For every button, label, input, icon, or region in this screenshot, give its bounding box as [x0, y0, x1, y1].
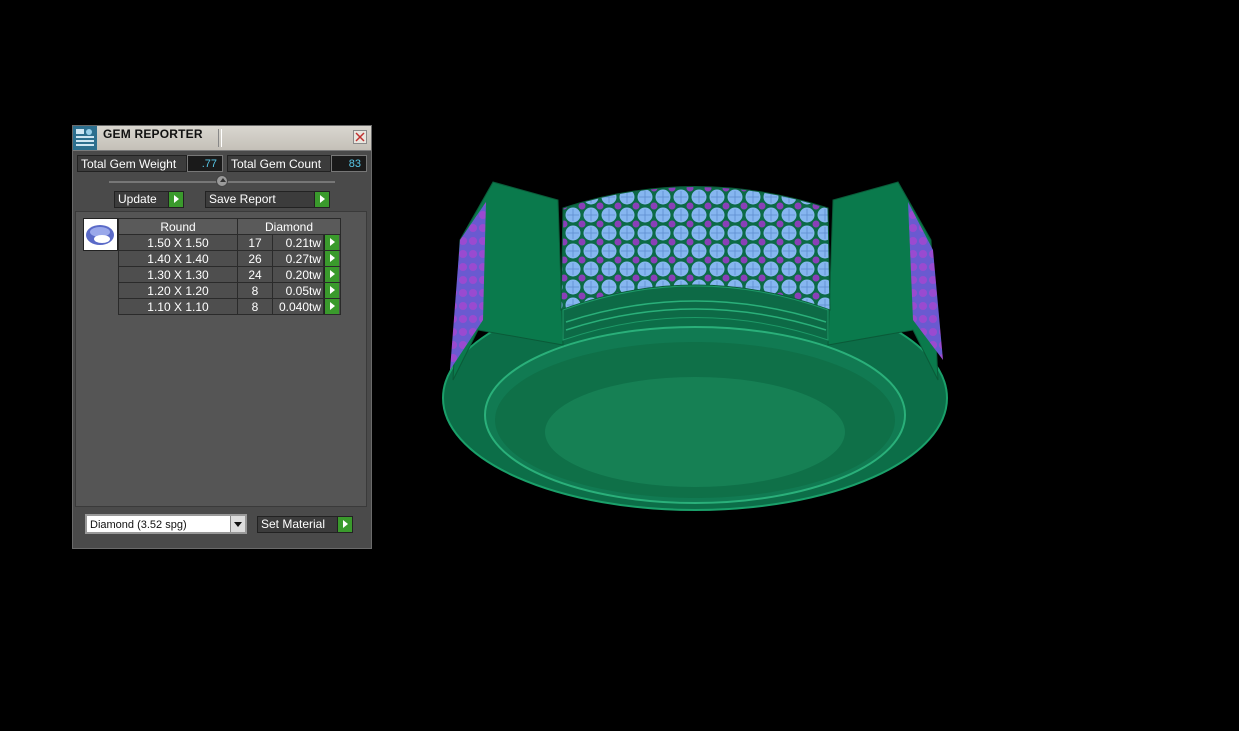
table-row: 1.20 X 1.20 8 0.05tw [118, 282, 341, 299]
gem-count: 17 [237, 234, 273, 251]
gem-size: 1.50 X 1.50 [118, 234, 238, 251]
gem-count: 8 [237, 282, 273, 299]
set-material-button[interactable]: Set Material [257, 516, 353, 533]
row-action-button[interactable] [323, 282, 341, 299]
row-action-button[interactable] [323, 298, 341, 315]
row-action-button[interactable] [323, 234, 341, 251]
gem-list-area: Round Diamond 1.50 X 1.50 17 0.21tw 1.40… [75, 211, 367, 507]
slider-handle[interactable] [216, 175, 228, 187]
gem-size: 1.20 X 1.20 [118, 282, 238, 299]
table-header-row: Round Diamond [118, 218, 341, 235]
gem-weight: 0.20tw [272, 266, 324, 283]
close-icon [355, 132, 365, 142]
row-action-button[interactable] [323, 250, 341, 267]
right-side-gems [908, 202, 943, 360]
ring-inner-highlight [545, 377, 845, 487]
gem-count: 8 [237, 298, 273, 315]
material-dropdown-value: Diamond (3.52 spg) [90, 519, 187, 531]
chevron-down-icon[interactable] [230, 516, 245, 532]
table-row: 1.10 X 1.10 8 0.040tw [118, 298, 341, 315]
save-report-button[interactable]: Save Report [205, 191, 330, 208]
play-arrow-icon [168, 192, 183, 207]
gem-size: 1.10 X 1.10 [118, 298, 238, 315]
close-button[interactable] [353, 130, 367, 144]
update-button[interactable]: Update [114, 191, 184, 208]
round-gem-thumbnail[interactable] [83, 218, 118, 251]
table-row: 1.50 X 1.50 17 0.21tw [118, 234, 341, 251]
gem-size: 1.30 X 1.30 [118, 266, 238, 283]
panel-title: GEM REPORTER [103, 127, 203, 141]
play-arrow-icon [337, 517, 352, 532]
set-material-button-label: Set Material [261, 517, 326, 531]
gem-count: 26 [237, 250, 273, 267]
play-arrow-icon [324, 235, 339, 250]
update-button-label: Update [118, 192, 157, 206]
play-arrow-icon [314, 192, 329, 207]
gem-weight: 0.040tw [272, 298, 324, 315]
total-gem-count-label: Total Gem Count [227, 155, 331, 172]
ring-3d-viewport[interactable] [438, 170, 953, 520]
play-arrow-icon [324, 283, 339, 298]
gem-table: Round Diamond 1.50 X 1.50 17 0.21tw 1.40… [118, 218, 341, 315]
material-dropdown[interactable]: Diamond (3.52 spg) [85, 514, 247, 534]
column-header-shape: Round [118, 218, 238, 235]
gem-weight: 0.27tw [272, 250, 324, 267]
total-gem-weight-label: Total Gem Weight [77, 155, 187, 172]
gem-size: 1.40 X 1.40 [118, 250, 238, 267]
table-row: 1.30 X 1.30 24 0.20tw [118, 266, 341, 283]
title-separator [218, 129, 222, 147]
total-gem-weight-value: .77 [187, 155, 223, 172]
save-report-button-label: Save Report [209, 192, 276, 206]
gem-weight: 0.05tw [272, 282, 324, 299]
play-arrow-icon [324, 251, 339, 266]
gem-reporter-app-icon [73, 126, 97, 150]
play-arrow-icon [324, 299, 339, 314]
panel-titlebar[interactable]: GEM REPORTER [73, 126, 371, 151]
total-gem-count-value: 83 [331, 155, 367, 172]
play-arrow-icon [324, 267, 339, 282]
gem-count: 24 [237, 266, 273, 283]
table-row: 1.40 X 1.40 26 0.27tw [118, 250, 341, 267]
column-header-material: Diamond [237, 218, 341, 235]
gem-weight: 0.21tw [272, 234, 324, 251]
row-action-button[interactable] [323, 266, 341, 283]
gem-reporter-panel: GEM REPORTER Total Gem Weight .77 Total … [72, 125, 372, 549]
